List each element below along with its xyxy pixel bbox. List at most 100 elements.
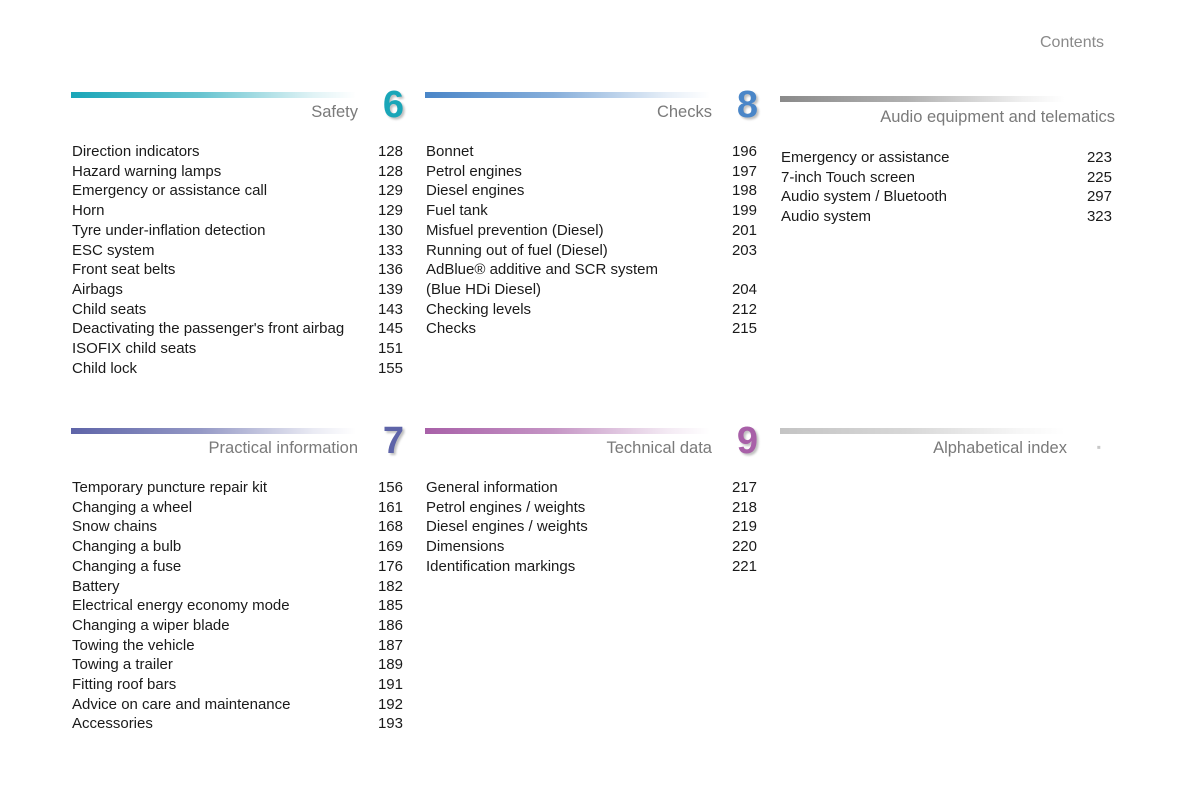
toc-entry[interactable]: Horn 129 — [71, 201, 406, 221]
section-header[interactable]: Alphabetical index ▪ — [780, 428, 1115, 478]
entry-label: Petrol engines — [426, 162, 522, 180]
entry-page-number: 128 — [377, 162, 403, 180]
section-number: 8 — [736, 84, 758, 126]
toc-entry[interactable]: ISOFIX child seats 151 — [71, 339, 406, 359]
section-number: 9 — [736, 420, 758, 462]
entry-page-number: 191 — [377, 676, 403, 694]
toc-entry[interactable]: Diesel engines 198 — [425, 181, 760, 201]
entry-list: Direction indicators 128 Hazard warning la… — [71, 142, 406, 378]
entry-label: Airbags — [72, 280, 123, 298]
section-alphabetical-index: Alphabetical index ▪ — [780, 428, 1115, 478]
entry-page-number: 297 — [1086, 188, 1112, 206]
toc-entry[interactable]: Front seat belts 136 — [71, 260, 406, 280]
entry-list: Temporary puncture repair kit 156 Changing… — [71, 478, 406, 734]
entry-list: Emergency or assistance 223 7-inch Touch s… — [780, 148, 1115, 227]
entry-page-number: 151 — [377, 340, 403, 358]
entry-page-number: 212 — [731, 300, 757, 318]
section-audio-equipment-and-telematics: Audio equipment and telematics Emergency … — [780, 96, 1115, 227]
entry-page-number: 129 — [377, 182, 403, 200]
entry-label: Audio system — [781, 208, 872, 226]
entry-label: Fuel tank — [426, 202, 488, 220]
toc-entry[interactable]: 7-inch Touch screen 225 — [780, 168, 1115, 188]
toc-entry[interactable]: Emergency or assistance 223 — [780, 148, 1115, 168]
toc-entry[interactable]: Audio system / Bluetooth 297 — [780, 187, 1115, 207]
entry-page-number: 143 — [377, 300, 403, 318]
entry-page-number: 145 — [377, 320, 403, 338]
toc-entry[interactable]: Changing a fuse 176 — [71, 557, 406, 577]
toc-entry[interactable]: Child lock 155 — [71, 359, 406, 379]
toc-entry[interactable]: Airbags 139 — [71, 280, 406, 300]
section-title[interactable]: Technical data — [607, 439, 713, 458]
entry-label: 7-inch Touch screen — [781, 168, 915, 186]
toc-entry[interactable]: Direction indicators 128 — [71, 142, 406, 162]
toc-entry[interactable]: Petrol engines / weights 218 — [425, 498, 760, 518]
toc-entry[interactable]: Bonnet 196 — [425, 142, 760, 162]
section-safety: Safety 6 Direction indicators 128 Hazard war… — [71, 84, 406, 378]
toc-entry[interactable]: Towing a trailer 189 — [71, 655, 406, 675]
entry-label: Electrical energy economy mode — [72, 597, 290, 615]
toc-entry[interactable]: Temporary puncture repair kit 156 — [71, 478, 406, 498]
section-color-bar — [425, 92, 710, 98]
toc-entry[interactable]: Snow chains 168 — [71, 517, 406, 537]
toc-entry[interactable]: Hazard warning lamps 128 — [71, 162, 406, 182]
entry-page-number: 133 — [377, 241, 403, 259]
toc-entry[interactable]: Dimensions 220 — [425, 537, 760, 557]
toc-entry[interactable]: Checks 215 — [425, 319, 760, 339]
toc-entry[interactable]: Accessories 193 — [71, 714, 406, 734]
section-header[interactable]: Safety 6 — [71, 84, 406, 142]
toc-entry[interactable]: Child seats 143 — [71, 300, 406, 320]
entry-label: Bonnet — [426, 143, 474, 160]
toc-entry[interactable]: ESC system 133 — [71, 241, 406, 261]
toc-entry[interactable]: Petrol engines 197 — [425, 162, 760, 182]
toc-entry[interactable]: Advice on care and maintenance 192 — [71, 695, 406, 715]
toc-entry[interactable]: Changing a wiper blade 186 — [71, 616, 406, 636]
toc-entry[interactable]: Battery 182 — [71, 577, 406, 597]
toc-entry[interactable]: Emergency or assistance call 129 — [71, 181, 406, 201]
toc-entry[interactable]: Running out of fuel (Diesel) 203 — [425, 241, 760, 261]
toc-entry[interactable]: Misfuel prevention (Diesel) 201 — [425, 221, 760, 241]
entry-label: Child lock — [72, 359, 138, 377]
toc-entry[interactable]: General information 217 — [425, 478, 760, 498]
section-technical-data: Technical data 9 General information 217 Pet… — [425, 420, 760, 577]
entry-label: Emergency or assistance call — [72, 182, 268, 200]
entry-page-number: 156 — [377, 479, 403, 496]
section-title[interactable]: Checks — [657, 103, 712, 122]
section-title[interactable]: Practical information — [209, 439, 358, 458]
toc-entry[interactable]: Identification markings 221 — [425, 557, 760, 577]
section-header[interactable]: Technical data 9 — [425, 420, 760, 478]
section-title[interactable]: Alphabetical index — [933, 439, 1067, 458]
entry-page-number: 185 — [377, 597, 403, 615]
toc-entry[interactable]: Changing a wheel 161 — [71, 498, 406, 518]
toc-entry[interactable]: Fuel tank 199 — [425, 201, 760, 221]
entry-label: Dimensions — [426, 538, 505, 556]
entry-page-number: 176 — [377, 557, 403, 575]
toc-entry[interactable]: Towing the vehicle 187 — [71, 636, 406, 656]
section-number: 6 — [382, 84, 404, 126]
toc-entry[interactable]: Audio system 323 — [780, 207, 1115, 227]
toc-entry[interactable]: Checking levels 212 — [425, 300, 760, 320]
toc-entry[interactable]: Diesel engines / weights 219 — [425, 517, 760, 537]
section-color-bar — [71, 428, 356, 434]
section-title[interactable]: Audio equipment and telematics — [880, 108, 1115, 127]
section-header[interactable]: Audio equipment and telematics — [780, 96, 1115, 146]
toc-entry[interactable]: Electrical energy economy mode 185 — [71, 596, 406, 616]
entry-label: Towing the vehicle — [72, 636, 195, 654]
toc-entry[interactable]: Tyre under-inflation detection 130 — [71, 221, 406, 241]
entry-page-number: 168 — [377, 518, 403, 536]
toc-entry[interactable]: AdBlue® additive and SCR system (Blue HD… — [425, 260, 760, 299]
entry-label: Snow chains — [72, 518, 158, 536]
entry-list: Bonnet 196 Petrol engines 197 Diesel engines… — [425, 142, 760, 339]
entry-label: Checks — [426, 320, 477, 338]
toc-entry[interactable]: Deactivating the passenger's front airba… — [71, 319, 406, 339]
entry-page-number: 203 — [731, 241, 757, 259]
entry-page-number: 215 — [731, 320, 757, 338]
section-header[interactable]: Checks 8 — [425, 84, 760, 142]
entry-page-number: 187 — [377, 636, 403, 654]
entry-label: Diesel engines — [426, 182, 525, 200]
section-header[interactable]: Practical information 7 — [71, 420, 406, 478]
toc-entry[interactable]: Changing a bulb 169 — [71, 537, 406, 557]
entry-page-number: 217 — [731, 479, 757, 496]
entry-label: Towing a trailer — [72, 656, 173, 674]
section-title[interactable]: Safety — [311, 103, 358, 122]
toc-entry[interactable]: Fitting roof bars 191 — [71, 675, 406, 695]
